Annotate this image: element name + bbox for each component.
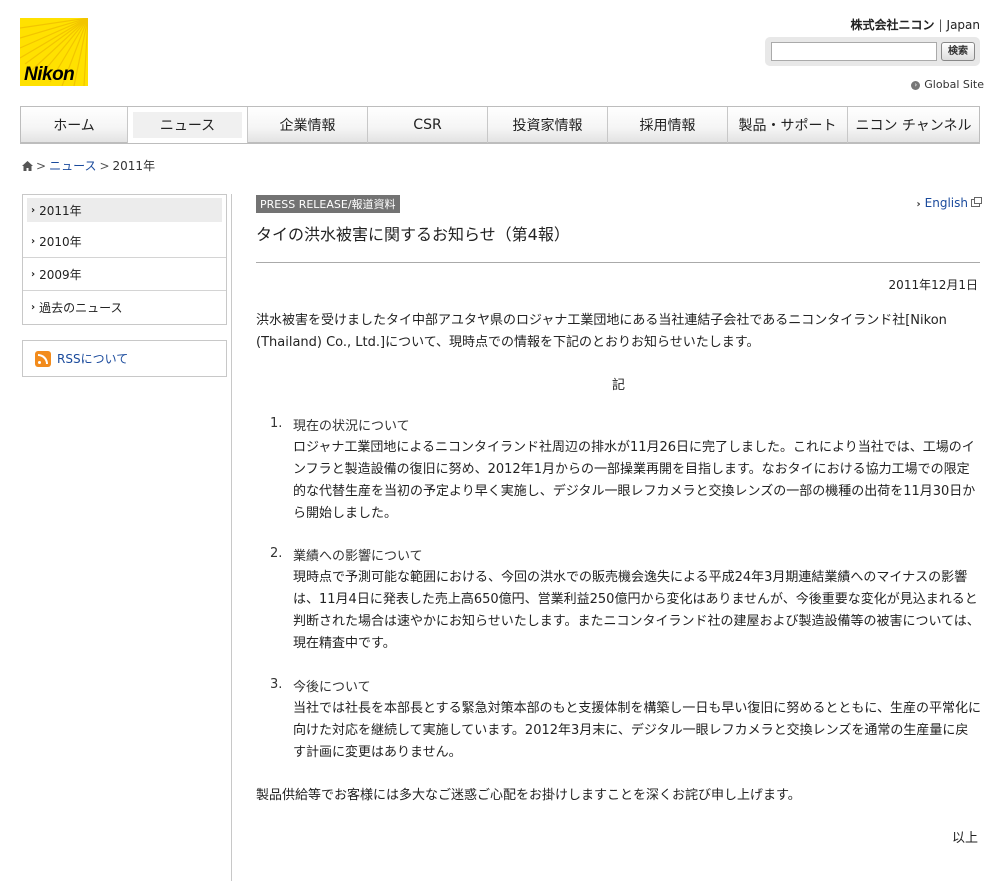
sidebar-item-2011[interactable]: › 2011年: [27, 198, 222, 222]
search-area: 検索: [765, 37, 980, 66]
nav-csr[interactable]: CSR: [368, 107, 488, 143]
sidebar-divider: [231, 194, 232, 881]
region-label: Japan: [946, 18, 980, 32]
nav-recruit[interactable]: 採用情報: [608, 107, 728, 143]
external-window-icon: [971, 197, 982, 207]
article-title: タイの洪水被害に関するお知らせ（第4報）: [256, 225, 570, 244]
list-text: 当社では社長を本部長とする緊急対策本部のもと支援体制を構築し一日も早い復旧に努め…: [293, 701, 981, 760]
main-nav: ホーム ニュース 企業情報 CSR 投資家情報 採用情報 製品・サポート ニコン…: [20, 106, 980, 144]
english-link-label: English: [924, 196, 968, 210]
list-number: 3.: [270, 677, 283, 692]
nikon-logo[interactable]: Nikon: [20, 18, 88, 86]
chevron-right-icon: ›: [31, 302, 36, 313]
nav-news[interactable]: ニュース: [128, 107, 248, 143]
article-date: 2011年12月1日: [888, 278, 978, 292]
sidebar-item-label: 2010年: [39, 234, 82, 249]
nav-investors[interactable]: 投資家情報: [488, 107, 608, 143]
sidebar-item-label: 過去のニュース: [39, 301, 123, 315]
sidebar-item-2009[interactable]: › 2009年: [23, 258, 226, 291]
list-heading: 現在の状況について: [293, 419, 410, 434]
rss-box: RSSについて: [22, 340, 227, 377]
list-number: 1.: [270, 416, 283, 431]
list-text: ロジャナ工業団地によるニコンタイランド社周辺の排水が11月26日に完了しました。…: [293, 440, 976, 521]
rss-link[interactable]: RSSについて: [57, 350, 128, 367]
sidebar-item-label: 2009年: [39, 267, 82, 282]
breadcrumb: > ニュース >2011年: [22, 157, 155, 174]
globe-icon: ›: [911, 81, 921, 90]
corporate-label: 株式会社ニコン | Japan: [850, 18, 980, 32]
search-button[interactable]: 検索: [941, 42, 975, 61]
sidebar-item-archive[interactable]: › 過去のニュース: [23, 291, 226, 324]
breadcrumb-current: 2011年: [112, 159, 156, 173]
sidebar-menu: › 2011年 › 2010年 › 2009年 › 過去のニュース: [22, 194, 227, 325]
chevron-right-icon: ›: [31, 204, 36, 216]
search-input[interactable]: [771, 42, 937, 61]
ijo-marker: 以上: [951, 831, 978, 846]
rss-icon[interactable]: [35, 350, 51, 367]
nav-home[interactable]: ホーム: [21, 107, 128, 143]
nav-channel[interactable]: ニコン チャンネル: [848, 107, 979, 143]
chevron-right-icon: ›: [916, 199, 921, 210]
list-text: 現時点で予測可能な範囲における、今回の洪水での販売機会逸失による平成24年3月期…: [293, 570, 980, 651]
company-name[interactable]: 株式会社ニコン: [850, 18, 934, 32]
press-release-label: PRESS RELEASE/報道資料: [256, 195, 400, 213]
sidebar-item-label: 2011年: [39, 203, 82, 218]
list-heading: 今後について: [293, 680, 371, 695]
chevron-right-icon: ›: [31, 235, 36, 247]
ki-marker: 記: [612, 378, 626, 393]
logo-text: Nikon: [24, 64, 75, 85]
home-icon[interactable]: [22, 161, 33, 171]
chevron-right-icon: ›: [31, 268, 36, 280]
global-site-label: Global Site: [924, 78, 984, 91]
english-link[interactable]: › English: [916, 196, 982, 210]
nav-products[interactable]: 製品・サポート: [728, 107, 848, 143]
nav-corporate[interactable]: 企業情報: [248, 107, 368, 143]
global-site-link[interactable]: › Global Site: [911, 78, 984, 91]
sidebar-item-2010[interactable]: › 2010年: [23, 225, 226, 258]
title-divider: [256, 262, 980, 263]
breadcrumb-news[interactable]: ニュース: [49, 159, 96, 173]
closing-statement: 製品供給等でお客様には多大なご迷惑ご心配をお掛けしますことを深くお詫び申し上げま…: [256, 788, 801, 803]
list-number: 2.: [270, 546, 283, 561]
article-intro: 洪水被害を受けましたタイ中部アユタヤ県のロジャナ工業団地にある当社連結子会社であ…: [256, 313, 947, 350]
list-heading: 業績への影響について: [293, 549, 423, 564]
